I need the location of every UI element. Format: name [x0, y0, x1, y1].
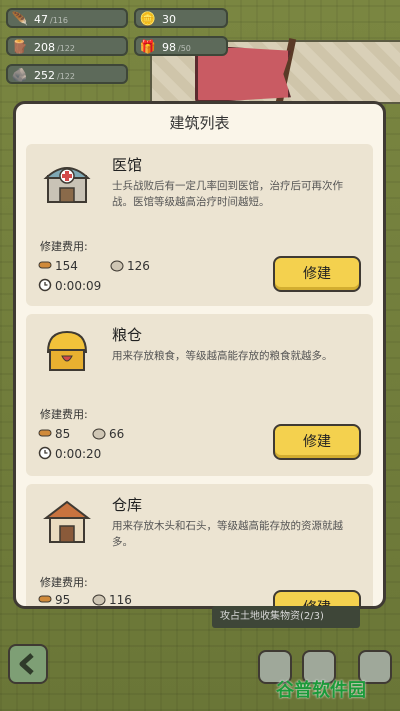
- stone-counter: 🪨 252/122: [6, 64, 128, 84]
- building-list[interactable]: 医馆 士兵战败后有一定几率回到医馆，治疗后可再次作战。医馆等级越高治疗时间越短。…: [26, 144, 373, 606]
- stone-cost: 126: [110, 258, 150, 274]
- stone-icon: 🪨: [11, 68, 29, 83]
- wood-cost: 85: [38, 426, 70, 442]
- granary-icon: [46, 330, 88, 371]
- soldier-icon: 🪶: [11, 12, 29, 27]
- food-counter: 🎁 98/50: [134, 36, 228, 56]
- wood-icon: [38, 426, 52, 440]
- building-description: 用来存放木头和石头，等级越高能存放的资源就越多。: [112, 520, 343, 548]
- hospital-icon: [43, 167, 91, 203]
- build-button[interactable]: 修建: [273, 590, 361, 606]
- building-card-granary: 粮仓 用来存放粮食，等级越高能存放的粮食就越多。 修建费用: 85 66 0:0…: [26, 314, 373, 476]
- cost-label: 修建费用:: [40, 408, 88, 421]
- watermark: 谷普软件园: [276, 680, 366, 701]
- wood-icon: [38, 258, 52, 272]
- build-button[interactable]: 修建: [273, 424, 361, 460]
- stone-icon: [92, 592, 106, 606]
- stone-icon: [110, 258, 124, 272]
- building-name: 仓库: [112, 496, 143, 514]
- wood-cost: 154: [38, 258, 78, 274]
- arrow-left-icon: [19, 653, 34, 675]
- back-button[interactable]: [8, 644, 48, 684]
- stone-icon: [92, 426, 106, 440]
- build-time: 0:00:09: [38, 278, 101, 294]
- building-card-warehouse: 仓库 用来存放木头和石头，等级越高能存放的资源就越多。 修建费用: 95 116…: [26, 484, 373, 606]
- wood-cost: 95: [38, 592, 70, 606]
- building-description: 用来存放粮食，等级越高能存放的粮食就越多。: [112, 350, 333, 362]
- building-description: 士兵战败后有一定几率回到医馆，治疗后可再次作战。医馆等级越高治疗时间越短。: [112, 180, 343, 208]
- stone-cost: 66: [92, 426, 124, 442]
- cost-label: 修建费用:: [40, 240, 88, 253]
- coin-icon: 🪙: [139, 12, 157, 27]
- dialog-title: 建筑列表: [169, 114, 230, 132]
- clock-icon: [38, 278, 52, 292]
- build-time: 0:00:20: [38, 446, 101, 462]
- wood-icon: 🪵: [11, 40, 29, 55]
- building-name: 粮仓: [112, 326, 143, 344]
- build-button[interactable]: 修建: [273, 256, 361, 292]
- gift-icon: 🎁: [139, 40, 157, 55]
- warehouse-icon: [43, 500, 91, 543]
- soldier-counter: 🪶 47/116: [6, 8, 128, 28]
- coin-counter: 🪙 30: [134, 8, 228, 28]
- clock-icon: [38, 446, 52, 460]
- stone-cost: 116: [92, 592, 132, 606]
- cost-label: 修建费用:: [40, 576, 88, 589]
- wood-icon: [38, 592, 52, 606]
- quest-tracker[interactable]: 攻占土地收集物资(2/3): [212, 606, 360, 628]
- building-name: 医馆: [112, 156, 143, 174]
- wood-counter: 🪵 208/122: [6, 36, 128, 56]
- building-card-hospital: 医馆 士兵战败后有一定几率回到医馆，治疗后可再次作战。医馆等级越高治疗时间越短。…: [26, 144, 373, 306]
- building-list-dialog: 建筑列表 医馆 士兵战败后有一定几率回到医馆，治疗后可再次作战。医馆等级越高治疗…: [13, 101, 386, 609]
